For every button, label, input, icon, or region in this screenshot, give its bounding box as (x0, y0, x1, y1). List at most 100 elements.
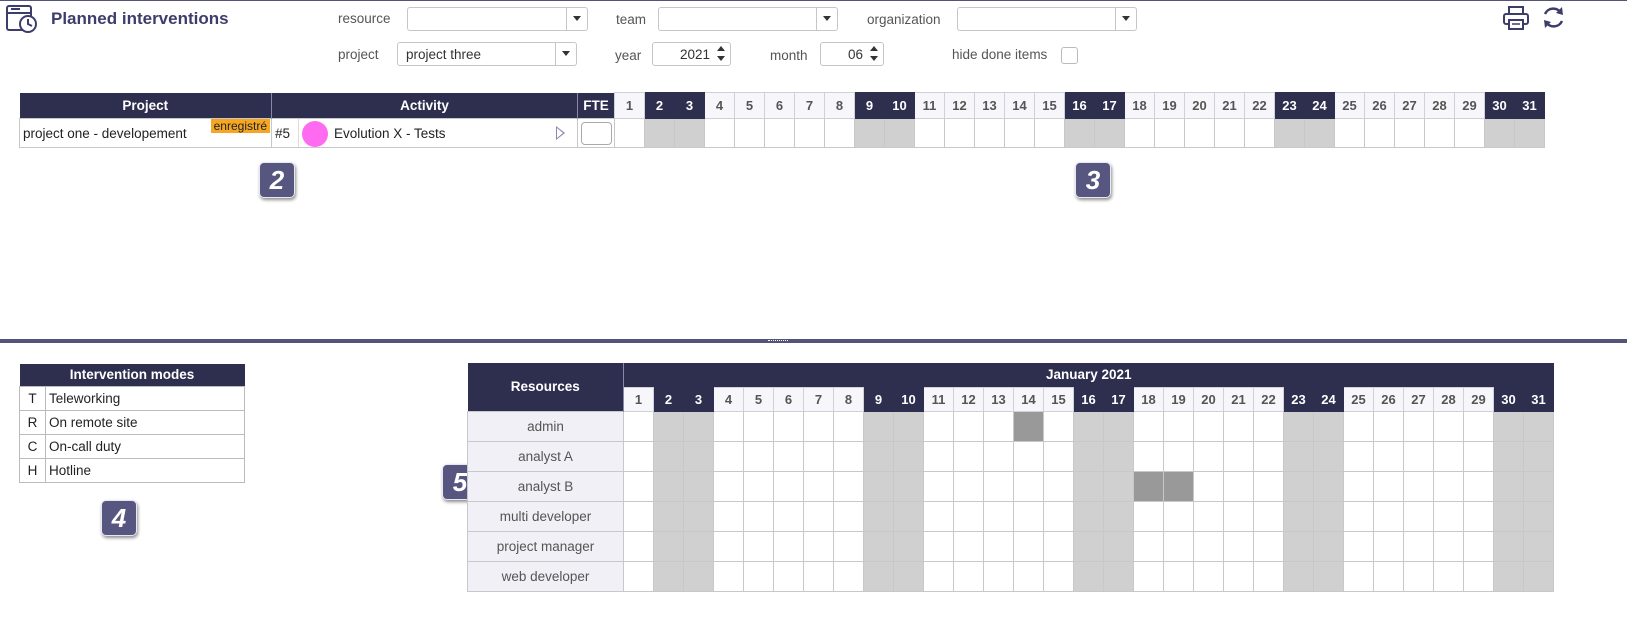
day-cell[interactable] (1034, 118, 1065, 148)
table-row[interactable]: project one - developement enregistré #5… (19, 118, 1545, 148)
day-cell[interactable] (653, 560, 684, 592)
day-cell[interactable] (944, 118, 975, 148)
day-cell[interactable] (1523, 470, 1554, 502)
team-select[interactable] (658, 7, 838, 31)
day-cell[interactable] (773, 440, 804, 472)
day-cell[interactable] (1364, 118, 1395, 148)
day-cell[interactable] (743, 500, 774, 532)
fte-input[interactable] (581, 122, 612, 145)
day-cell[interactable] (683, 470, 714, 502)
day-cell[interactable] (743, 410, 774, 442)
day-cell[interactable] (1163, 530, 1194, 562)
day-cell[interactable] (1463, 500, 1494, 532)
day-cell[interactable] (1403, 530, 1434, 562)
day-cell[interactable] (653, 410, 684, 442)
day-cell[interactable] (734, 118, 765, 148)
day-cell[interactable] (803, 530, 834, 562)
day-cell[interactable] (833, 530, 864, 562)
day-cell[interactable] (833, 410, 864, 442)
day-cell[interactable] (773, 470, 804, 502)
day-cell[interactable] (893, 440, 924, 472)
day-cell[interactable] (1403, 500, 1434, 532)
day-cell[interactable] (953, 560, 984, 592)
day-cell[interactable] (1163, 410, 1194, 442)
resource-select[interactable] (407, 7, 588, 31)
stepper-arrows-icon[interactable] (715, 44, 728, 64)
day-cell[interactable] (1193, 500, 1224, 532)
day-cell[interactable] (1403, 470, 1434, 502)
day-cell[interactable] (1043, 440, 1074, 472)
day-cell[interactable] (833, 440, 864, 472)
day-cell[interactable] (623, 500, 654, 532)
day-cell[interactable] (1433, 440, 1464, 472)
day-cell[interactable] (1493, 530, 1524, 562)
day-cell[interactable] (1514, 118, 1545, 148)
day-cell[interactable] (1103, 560, 1134, 592)
day-cell[interactable] (1073, 500, 1104, 532)
day-cell[interactable] (983, 410, 1014, 442)
day-cell[interactable] (1373, 560, 1404, 592)
year-stepper[interactable]: 2021 (652, 42, 731, 66)
day-cell[interactable] (1253, 470, 1284, 502)
resource-name[interactable]: admin (467, 410, 624, 442)
day-cell[interactable] (743, 440, 774, 472)
day-cell[interactable] (803, 500, 834, 532)
day-cell[interactable] (1163, 470, 1194, 502)
day-cell[interactable] (1493, 560, 1524, 592)
day-cell[interactable] (1463, 410, 1494, 442)
day-cell[interactable] (824, 118, 855, 148)
day-cell[interactable] (1343, 530, 1374, 562)
day-cell[interactable] (1373, 530, 1404, 562)
day-cell[interactable] (1463, 440, 1494, 472)
day-cell[interactable] (1433, 530, 1464, 562)
day-cell[interactable] (833, 500, 864, 532)
day-cell[interactable] (1373, 410, 1404, 442)
day-cell[interactable] (623, 470, 654, 502)
day-cell[interactable] (773, 410, 804, 442)
day-cell[interactable] (1343, 500, 1374, 532)
day-cell[interactable] (653, 530, 684, 562)
day-cell[interactable] (713, 530, 744, 562)
day-cell[interactable] (713, 410, 744, 442)
day-cell[interactable] (1064, 118, 1095, 148)
day-cell[interactable] (743, 470, 774, 502)
day-cell[interactable] (1313, 530, 1344, 562)
day-cell[interactable] (1343, 410, 1374, 442)
panel-splitter[interactable] (0, 339, 1627, 343)
day-cell[interactable] (1433, 500, 1464, 532)
day-cell[interactable] (1253, 500, 1284, 532)
resource-name[interactable]: multi developer (467, 500, 624, 532)
day-cell[interactable] (1523, 410, 1554, 442)
day-cell[interactable] (764, 118, 795, 148)
day-cell[interactable] (1103, 470, 1134, 502)
day-cell[interactable] (893, 530, 924, 562)
day-cell[interactable] (1454, 118, 1485, 148)
day-cell[interactable] (674, 118, 705, 148)
day-cell[interactable] (1313, 410, 1344, 442)
day-cell[interactable] (1523, 530, 1554, 562)
splitter-grip-icon[interactable] (768, 340, 788, 343)
day-cell[interactable] (803, 440, 834, 472)
day-cell[interactable] (773, 560, 804, 592)
day-cell[interactable] (1073, 560, 1104, 592)
day-cell[interactable] (644, 118, 675, 148)
day-cell[interactable] (863, 410, 894, 442)
day-cell[interactable] (1133, 530, 1164, 562)
day-cell[interactable] (653, 500, 684, 532)
day-cell[interactable] (1193, 470, 1224, 502)
day-cell[interactable] (893, 500, 924, 532)
day-cell[interactable] (1133, 500, 1164, 532)
day-cell[interactable] (863, 500, 894, 532)
day-cell[interactable] (923, 410, 954, 442)
day-cell[interactable] (1493, 440, 1524, 472)
day-cell[interactable] (953, 530, 984, 562)
day-cell[interactable] (1103, 440, 1134, 472)
day-cell[interactable] (1274, 118, 1305, 148)
day-cell[interactable] (1163, 440, 1194, 472)
day-cell[interactable] (713, 440, 744, 472)
day-cell[interactable] (1193, 440, 1224, 472)
stepper-arrows-icon[interactable] (868, 44, 881, 64)
day-cell[interactable] (1403, 410, 1434, 442)
day-cell[interactable] (1373, 470, 1404, 502)
day-cell[interactable] (1163, 500, 1194, 532)
